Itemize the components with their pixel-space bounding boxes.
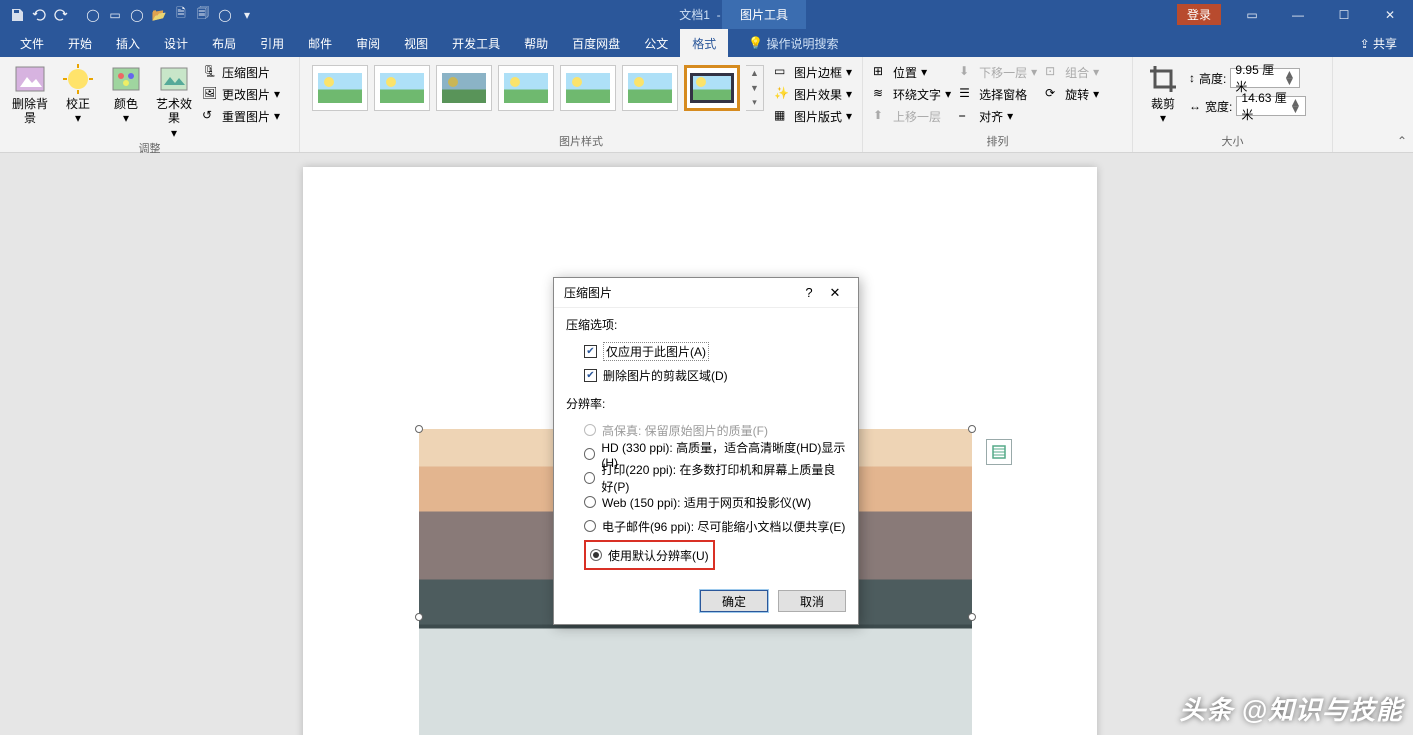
selection-pane-button[interactable]: ☰选择窗格 bbox=[957, 83, 1039, 105]
ribbon-group-arrange: ⊞位置 ▾ ≋环绕文字 ▾ ⬆上移一层 ⬇下移一层 ▾ ☰选择窗格 ⎯对齐 ▾ … bbox=[863, 57, 1133, 152]
cancel-button[interactable]: 取消 bbox=[778, 590, 846, 612]
close-button[interactable]: ✕ bbox=[1367, 0, 1413, 29]
ribbon-group-styles: ▲▼▾ ▭图片边框 ▾ ✨图片效果 ▾ ▦图片版式 ▾ 图片样式 bbox=[300, 57, 863, 152]
menubar: 文件 开始 插入 设计 布局 引用 邮件 审阅 视图 开发工具 帮助 百度网盘 … bbox=[0, 29, 1413, 57]
highlight-box: 使用默认分辨率(U) bbox=[584, 540, 715, 570]
redo-button[interactable] bbox=[50, 4, 72, 26]
tab-review[interactable]: 审阅 bbox=[344, 29, 392, 57]
minimize-button[interactable]: — bbox=[1275, 0, 1321, 29]
crop-button[interactable]: 裁剪 ▾ bbox=[1141, 61, 1185, 126]
radio-email[interactable]: 电子邮件(96 ppi): 尽可能缩小文档以便共享(E) bbox=[584, 514, 846, 538]
group-label-styles: 图片样式 bbox=[308, 133, 854, 150]
ok-button[interactable]: 确定 bbox=[700, 590, 768, 612]
quick-access-toolbar: ◯ ▭ ◯ 📂 🗎 🗐 ◯ ▾ bbox=[0, 4, 258, 26]
ribbon-group-size: 裁剪 ▾ ↕高度:9.95 厘米▲▼ ↔宽度:14.63 厘米▲▼ 大小 bbox=[1133, 57, 1333, 152]
style-thumb-6[interactable] bbox=[622, 65, 678, 111]
qat-btn-4[interactable]: ◯ bbox=[82, 4, 104, 26]
handle-ne[interactable] bbox=[968, 425, 976, 433]
group-label-arrange: 排列 bbox=[871, 133, 1124, 150]
style-thumb-1[interactable] bbox=[312, 65, 368, 111]
reset-picture-button[interactable]: ↺重置图片 ▾ bbox=[200, 105, 282, 127]
rotate-button[interactable]: ⟳旋转 ▾ bbox=[1043, 83, 1101, 105]
picture-layout-button[interactable]: ▦图片版式 ▾ bbox=[772, 105, 854, 127]
corrections-button[interactable]: 校正 ▾ bbox=[56, 61, 100, 126]
tab-layout[interactable]: 布局 bbox=[200, 29, 248, 57]
handle-w[interactable] bbox=[415, 613, 423, 621]
save-button[interactable] bbox=[6, 4, 28, 26]
style-thumb-7[interactable] bbox=[684, 65, 740, 111]
ribbon-group-adjust: 删除背景 校正 ▾ 颜色 ▾ 艺术效果 ▾ 🗜压缩图片 🖼更改图片 ▾ ↺重置图… bbox=[0, 57, 300, 152]
tell-me[interactable]: 💡 操作说明搜索 bbox=[748, 35, 838, 52]
section-compress-options: 压缩选项: bbox=[566, 316, 846, 333]
radio-default[interactable]: 使用默认分辨率(U) bbox=[590, 543, 709, 567]
window-title: 文档1 - Word bbox=[258, 6, 1177, 23]
dialog-close-button[interactable]: ✕ bbox=[822, 285, 848, 301]
qat-btn-5[interactable]: ▭ bbox=[104, 4, 126, 26]
layout-options-button[interactable] bbox=[986, 439, 1012, 465]
style-thumb-5[interactable] bbox=[560, 65, 616, 111]
remove-background-button[interactable]: 删除背景 bbox=[8, 61, 52, 126]
style-thumb-3[interactable] bbox=[436, 65, 492, 111]
collapse-ribbon-button[interactable]: ⌃ bbox=[1397, 134, 1407, 148]
open-button[interactable]: 📂 bbox=[148, 4, 170, 26]
tab-format[interactable]: 格式 bbox=[680, 29, 728, 57]
group-button[interactable]: ⊡组合 ▾ bbox=[1043, 61, 1101, 83]
qat-more[interactable]: ▾ bbox=[236, 4, 258, 26]
tab-official[interactable]: 公文 bbox=[632, 29, 680, 57]
gallery-more-button[interactable]: ▲▼▾ bbox=[746, 65, 764, 111]
handle-e[interactable] bbox=[968, 613, 976, 621]
width-field[interactable]: ↔宽度:14.63 厘米▲▼ bbox=[1189, 95, 1306, 117]
radio-web[interactable]: Web (150 ppi): 适用于网页和投影仪(W) bbox=[584, 490, 846, 514]
tab-baidu[interactable]: 百度网盘 bbox=[560, 29, 632, 57]
tab-view[interactable]: 视图 bbox=[392, 29, 440, 57]
tab-developer[interactable]: 开发工具 bbox=[440, 29, 512, 57]
watermark: 头条 @知识与技能 bbox=[1179, 690, 1403, 727]
ribbon-options-button[interactable]: ▭ bbox=[1229, 0, 1275, 29]
wrap-text-button[interactable]: ≋环绕文字 ▾ bbox=[871, 83, 953, 105]
tab-home[interactable]: 开始 bbox=[56, 29, 104, 57]
position-button[interactable]: ⊞位置 ▾ bbox=[871, 61, 953, 83]
share-button[interactable]: ⇪ 共享 bbox=[1360, 35, 1397, 52]
contextual-tab-label: 图片工具 bbox=[722, 0, 806, 29]
tab-file[interactable]: 文件 bbox=[8, 29, 56, 57]
section-resolution: 分辨率: bbox=[566, 395, 846, 412]
align-button[interactable]: ⎯对齐 ▾ bbox=[957, 105, 1039, 127]
tab-mailings[interactable]: 邮件 bbox=[296, 29, 344, 57]
send-backward-button[interactable]: ⬇下移一层 ▾ bbox=[957, 61, 1039, 83]
group-label-size: 大小 bbox=[1141, 133, 1324, 150]
artistic-effects-button[interactable]: 艺术效果 ▾ bbox=[152, 61, 196, 140]
tab-design[interactable]: 设计 bbox=[152, 29, 200, 57]
new-button[interactable]: 🗎 bbox=[170, 4, 192, 26]
titlebar: ◯ ▭ ◯ 📂 🗎 🗐 ◯ ▾ 文档1 - Word 图片工具 登录 ▭ — ☐… bbox=[0, 0, 1413, 29]
tab-help[interactable]: 帮助 bbox=[512, 29, 560, 57]
dialog-title: 压缩图片 bbox=[564, 284, 796, 301]
login-button[interactable]: 登录 bbox=[1177, 4, 1221, 25]
dialog-help-button[interactable]: ? bbox=[796, 285, 822, 300]
checkbox-delete-cropped[interactable]: ✔删除图片的剪裁区域(D) bbox=[584, 363, 846, 387]
tab-insert[interactable]: 插入 bbox=[104, 29, 152, 57]
height-field[interactable]: ↕高度:9.95 厘米▲▼ bbox=[1189, 67, 1306, 89]
maximize-button[interactable]: ☐ bbox=[1321, 0, 1367, 29]
change-picture-button[interactable]: 🖼更改图片 ▾ bbox=[200, 83, 282, 105]
qat-btn-10[interactable]: ◯ bbox=[214, 4, 236, 26]
handle-nw[interactable] bbox=[415, 425, 423, 433]
bring-forward-button[interactable]: ⬆上移一层 bbox=[871, 105, 953, 127]
style-thumb-4[interactable] bbox=[498, 65, 554, 111]
undo-button[interactable] bbox=[28, 4, 50, 26]
dialog-titlebar[interactable]: 压缩图片 ? ✕ bbox=[554, 278, 858, 308]
color-button[interactable]: 颜色 ▾ bbox=[104, 61, 148, 126]
tab-references[interactable]: 引用 bbox=[248, 29, 296, 57]
picture-effects-button[interactable]: ✨图片效果 ▾ bbox=[772, 83, 854, 105]
radio-print[interactable]: 打印(220 ppi): 在多数打印机和屏幕上质量良好(P) bbox=[584, 466, 846, 490]
ribbon: 删除背景 校正 ▾ 颜色 ▾ 艺术效果 ▾ 🗜压缩图片 🖼更改图片 ▾ ↺重置图… bbox=[0, 57, 1413, 153]
picture-border-button[interactable]: ▭图片边框 ▾ bbox=[772, 61, 854, 83]
picture-styles-gallery[interactable]: ▲▼▾ bbox=[308, 61, 768, 115]
style-thumb-2[interactable] bbox=[374, 65, 430, 111]
compress-pictures-button[interactable]: 🗜压缩图片 bbox=[200, 61, 282, 83]
qat-btn-6[interactable]: ◯ bbox=[126, 4, 148, 26]
compress-pictures-dialog: 压缩图片 ? ✕ 压缩选项: ✔仅应用于此图片(A) ✔删除图片的剪裁区域(D)… bbox=[553, 277, 859, 625]
checkbox-apply-only[interactable]: ✔仅应用于此图片(A) bbox=[584, 339, 846, 363]
qat-btn-9[interactable]: 🗐 bbox=[192, 4, 214, 26]
